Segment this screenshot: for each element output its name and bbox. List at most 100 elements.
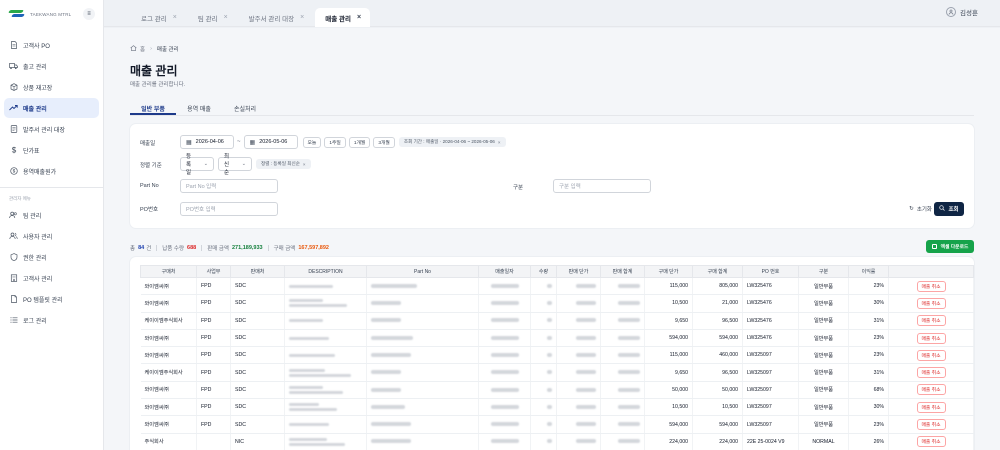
sidebar-item-shipping[interactable]: 출고 관리 bbox=[4, 56, 99, 76]
sidebar-item-users[interactable]: 사용자 관리 bbox=[4, 226, 99, 246]
cancel-sale-button[interactable]: 매출 취소 bbox=[916, 436, 946, 448]
category-input[interactable]: 구분 입력 bbox=[553, 179, 651, 193]
home-icon[interactable] bbox=[130, 45, 137, 53]
sidebar-item-sales[interactable]: 매출 관리 bbox=[4, 98, 99, 118]
table-row[interactable]: 와이엠씨㈜ FPD SDC 10,500 10,500 LW325097 일반부품 30% 매출… bbox=[140, 398, 974, 417]
description-cell bbox=[284, 294, 367, 313]
range-3month-button[interactable]: 3개월 bbox=[373, 136, 395, 148]
po-input[interactable]: PO번호 입력 bbox=[180, 202, 278, 216]
seller-cell: SDC bbox=[230, 294, 285, 313]
close-icon[interactable]: × bbox=[498, 140, 501, 145]
redacted-text bbox=[547, 352, 552, 357]
action-cell: 매출 취소 bbox=[888, 277, 974, 296]
range-1month-button[interactable]: 1개월 bbox=[348, 136, 371, 148]
partno-input[interactable]: Part No 입력 bbox=[180, 179, 278, 193]
tab-sales[interactable]: 매출 관리 × bbox=[315, 8, 371, 27]
purchase-total-cell: 594,000 bbox=[692, 415, 743, 434]
sidebar-item-price-table[interactable]: 단가표 bbox=[4, 140, 99, 160]
tab-logs[interactable]: 로그 관리 × bbox=[131, 8, 186, 27]
margin-cell: 23% bbox=[848, 415, 889, 434]
redacted-text bbox=[289, 423, 329, 427]
redacted-text bbox=[576, 422, 596, 427]
table-row[interactable]: 주식회사 NIC 224,000 224,000 22E 25-0024 V9 NORMA… bbox=[140, 433, 974, 450]
delivered-label: 납품 수량 bbox=[162, 246, 185, 252]
date-to-input[interactable]: ▦ 2026-05-06 bbox=[243, 135, 298, 149]
subtab-general-parts[interactable]: 일반 부품 bbox=[130, 98, 176, 115]
redacted-text bbox=[576, 370, 596, 375]
sidebar-toggle-button[interactable]: ≡ bbox=[83, 8, 95, 20]
sidebar-item-po-templates[interactable]: PO 템플릿 관리 bbox=[4, 289, 99, 309]
excel-download-label: 엑셀 다운로드 bbox=[940, 245, 969, 250]
range-today-button[interactable]: 오늘 bbox=[302, 136, 322, 148]
table-row[interactable]: 와이엠씨㈜ FPD SDC 594,000 594,000 LW325097 일반부품 23%… bbox=[140, 415, 974, 434]
cancel-sale-button[interactable]: 매출 취소 bbox=[916, 419, 946, 431]
sidebar-item-service-cost[interactable]: 용역매출원가 bbox=[4, 161, 99, 181]
column-header[interactable]: Part No bbox=[366, 265, 479, 278]
subtab-service-sales[interactable]: 용역 매출 bbox=[176, 98, 222, 115]
cancel-sale-button[interactable]: 매출 취소 bbox=[916, 280, 946, 292]
range-1week-button[interactable]: 1주일 bbox=[324, 136, 346, 148]
excel-download-button[interactable]: 엑셀 다운로드 bbox=[926, 240, 974, 253]
sidebar-item-inventory[interactable]: 상품 재고장 bbox=[4, 77, 99, 97]
column-header[interactable]: 구매 단가 bbox=[644, 265, 693, 278]
column-header[interactable]: 구분 bbox=[798, 265, 849, 278]
cancel-sale-button[interactable]: 매출 취소 bbox=[916, 297, 946, 309]
column-header[interactable]: 판매 단가 bbox=[556, 265, 601, 278]
column-header[interactable]: 사업부 bbox=[196, 265, 231, 278]
reset-button[interactable]: ↻ 초기화 bbox=[909, 205, 932, 213]
column-header[interactable]: 매출일자 bbox=[478, 265, 531, 278]
brand-logo[interactable] bbox=[8, 10, 26, 18]
table-row[interactable]: 와이엠씨㈜ FPD SDC 115,000 805,000 LW325476 일반부품 23%… bbox=[140, 277, 974, 296]
sidebar-item-permissions[interactable]: 권한 관리 bbox=[4, 247, 99, 267]
table-row[interactable]: 와이엠씨㈜ FPD SDC 594,000 594,000 LW325476 일반부품 23%… bbox=[140, 329, 974, 348]
column-header[interactable]: 구매처 bbox=[140, 265, 197, 278]
column-header[interactable] bbox=[888, 265, 974, 278]
close-icon[interactable]: × bbox=[303, 162, 306, 167]
table-row[interactable]: 케이이엠주식회사 FPD SDC 9,650 96,500 LW325097 일반부품 31%… bbox=[140, 363, 974, 382]
cancel-sale-button[interactable]: 매출 취소 bbox=[916, 332, 946, 344]
column-header[interactable]: 이익률 bbox=[848, 265, 889, 278]
subtab-loss[interactable]: 손실처리 bbox=[222, 98, 268, 115]
tab-team[interactable]: 팀 관리 × bbox=[188, 8, 237, 27]
sidebar-item-customers[interactable]: 고객사 관리 bbox=[4, 268, 99, 288]
table-row[interactable]: 와이엠씨㈜ FPD SDC 50,000 50,000 LW325097 일반부품 68% 매출… bbox=[140, 381, 974, 400]
user-menu[interactable]: 김성훈 bbox=[946, 7, 978, 17]
cancel-sale-button[interactable]: 매출 취소 bbox=[916, 349, 946, 361]
quantity-cell bbox=[530, 329, 557, 348]
column-header[interactable]: 판매 합계 bbox=[600, 265, 645, 278]
date-from-input[interactable]: ▦ 2026-04-06 bbox=[180, 135, 234, 149]
column-header[interactable]: DESCRIPTION bbox=[284, 265, 367, 278]
sidebar-item-team[interactable]: 팀 관리 bbox=[4, 205, 99, 225]
close-icon[interactable]: × bbox=[357, 14, 361, 21]
sidebar-item-label: 권한 관리 bbox=[23, 255, 47, 262]
tab-label: 팀 관리 bbox=[197, 15, 218, 23]
table-row[interactable]: 와이엠씨㈜ FPD SDC 10,500 21,000 LW325476 일반부품 30% 매출… bbox=[140, 294, 974, 313]
cancel-sale-button[interactable]: 매출 취소 bbox=[916, 384, 946, 396]
cancel-sale-button[interactable]: 매출 취소 bbox=[916, 401, 946, 413]
search-button[interactable]: 조회 bbox=[934, 202, 964, 216]
table-row[interactable]: 와이엠씨㈜ FPD SDC 115,000 460,000 LW325097 일반부품 23%… bbox=[140, 346, 974, 365]
cancel-sale-button[interactable]: 매출 취소 bbox=[916, 315, 946, 327]
sidebar-item-purchase-orders[interactable]: 발주서 관리 대장 bbox=[4, 119, 99, 139]
column-header[interactable]: 구매 합계 bbox=[692, 265, 743, 278]
column-header[interactable]: 수량 bbox=[530, 265, 557, 278]
column-header[interactable]: PO 번호 bbox=[742, 265, 799, 278]
sidebar-item-customer-po[interactable]: 고객사 PO bbox=[4, 35, 99, 55]
sort-field-select[interactable]: 등록일 ⌄ bbox=[180, 154, 214, 176]
cancel-sale-button[interactable]: 매출 취소 bbox=[916, 367, 946, 379]
close-icon[interactable]: × bbox=[173, 14, 177, 21]
close-icon[interactable]: × bbox=[224, 14, 228, 21]
sort-order-select[interactable]: 최신순 ⌄ bbox=[218, 154, 252, 176]
logo-row: TAEKWANG MTRL ≡ bbox=[0, 0, 103, 28]
tab-purchase-orders[interactable]: 발주서 관리 대장 × bbox=[239, 8, 314, 27]
column-header[interactable]: 판매처 bbox=[230, 265, 285, 278]
close-icon[interactable]: × bbox=[300, 14, 304, 21]
sidebar-item-logs[interactable]: 로그 관리 bbox=[4, 310, 99, 330]
redacted-text bbox=[576, 352, 596, 357]
total-unit: 건 bbox=[146, 246, 152, 252]
breadcrumb-home[interactable]: 홈 bbox=[140, 45, 145, 53]
buyer-cell: 와이엠씨㈜ bbox=[140, 329, 197, 348]
table-row[interactable]: 케이이엠주식회사 FPD SDC 9,650 96,500 LW325476 일반부품 31%… bbox=[140, 312, 974, 330]
category-cell: 일반부품 bbox=[798, 363, 849, 382]
description-cell bbox=[284, 398, 367, 417]
